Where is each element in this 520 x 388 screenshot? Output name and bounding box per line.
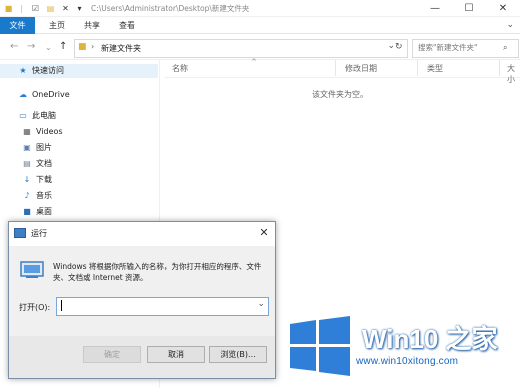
sidebar-item-label: 快速访问 <box>32 66 64 75</box>
sidebar-item-label: OneDrive <box>32 90 70 99</box>
video-icon: ▦ <box>23 127 31 136</box>
sidebar-item-onedrive[interactable]: ☁ OneDrive <box>18 88 70 102</box>
folder-icon: ■ <box>4 4 13 13</box>
sidebar-item-music[interactable]: ♪ 音乐 <box>22 189 52 203</box>
sidebar-item-desktop[interactable]: ■ 桌面 <box>22 205 52 219</box>
title-bar: ■ | ☑ ▤ ✕ ▾ C:\Users\Administrator\Deskt… <box>0 0 520 17</box>
column-name[interactable]: 名称 <box>172 63 188 74</box>
text-cursor <box>61 300 62 311</box>
sidebar-item-label: 图片 <box>36 143 52 152</box>
pictures-icon: ▣ <box>23 143 31 152</box>
address-bar[interactable]: ■ › 新建文件夹 ⌄ <box>74 39 408 58</box>
cloud-icon: ☁ <box>19 90 27 99</box>
column-modified[interactable]: 修改日期 <box>345 63 377 74</box>
sidebar-item-documents[interactable]: ▤ 文档 <box>22 157 52 171</box>
folder-icon: ■ <box>78 42 87 52</box>
cancel-button[interactable]: 取消 <box>147 346 205 363</box>
computer-icon: ▭ <box>19 111 27 120</box>
run-dialog-title: 运行 <box>31 229 47 238</box>
address-folder-name: 新建文件夹 <box>101 44 141 53</box>
run-app-icon <box>14 228 26 238</box>
sidebar-item-label: 音乐 <box>36 191 52 200</box>
tab-view[interactable]: 查看 <box>112 17 142 34</box>
windows-logo-icon <box>290 316 350 376</box>
ok-button[interactable]: 确定 <box>83 346 141 363</box>
separator: | <box>20 4 23 13</box>
watermark-url: www.win10xitong.com <box>356 356 459 367</box>
chevron-down-icon[interactable]: ⌄ <box>257 299 265 309</box>
sidebar-item-label: 文档 <box>36 159 52 168</box>
sort-up-icon: ^ <box>251 58 257 66</box>
expand-ribbon-icon[interactable]: ⌄ <box>506 20 514 30</box>
browse-button[interactable]: 浏览(B)... <box>209 346 267 363</box>
address-row: ← → ⌄ ↑ ■ › 新建文件夹 ⌄ ↻ 搜索"新建文件夹" ⌕ <box>0 35 520 60</box>
sidebar-item-downloads[interactable]: ↓ 下载 <box>22 173 52 187</box>
run-description: Windows 将根据你所输入的名称，为你打开相应的程序、文件夹、文档或 Int… <box>53 262 262 282</box>
music-icon: ♪ <box>24 191 30 200</box>
maximize-icon[interactable]: ☐ <box>452 0 486 17</box>
run-command-input[interactable]: ⌄ <box>56 297 269 316</box>
back-icon[interactable]: ← <box>10 41 18 52</box>
run-dialog: 运行 ✕ Windows 将根据你所输入的名称，为你打开相应的程序、文件夹、文档… <box>8 221 276 379</box>
tab-share[interactable]: 共享 <box>77 17 107 34</box>
documents-icon: ▤ <box>23 159 31 168</box>
run-dialog-footer: 确定 取消 浏览(B)... <box>9 336 275 378</box>
column-divider <box>417 60 418 76</box>
refresh-icon[interactable]: ↻ <box>395 42 403 52</box>
tab-home[interactable]: 主页 <box>42 17 72 34</box>
star-icon: ★ <box>19 66 27 75</box>
new-folder-icon[interactable]: ▤ <box>45 3 56 14</box>
sidebar-item-label: 下载 <box>36 175 52 184</box>
chevron-right-icon: › <box>91 42 95 51</box>
tab-file[interactable]: 文件 <box>0 17 35 34</box>
minimize-icon[interactable]: — <box>418 0 452 17</box>
empty-folder-message: 该文件夹为空。 <box>312 90 368 99</box>
chevron-down-icon[interactable]: ⌄ <box>387 41 395 51</box>
column-divider <box>499 60 500 76</box>
sidebar-item-videos[interactable]: ▦ Videos <box>22 125 63 139</box>
column-size[interactable]: 大小 <box>507 63 520 85</box>
run-dialog-title-bar: 运行 ✕ <box>9 222 275 246</box>
ribbon-tabs: 文件 主页 共享 查看 ⌄ <box>0 17 520 34</box>
sidebar-item-label: 桌面 <box>36 207 52 216</box>
column-divider <box>335 60 336 76</box>
run-program-icon <box>20 261 44 278</box>
search-icon: ⌕ <box>503 43 508 52</box>
forward-icon[interactable]: → <box>27 41 35 52</box>
up-icon[interactable]: ↑ <box>59 41 67 52</box>
sidebar-item-pictures[interactable]: ▣ 图片 <box>22 141 52 155</box>
sidebar-item-label: 此电脑 <box>32 111 56 120</box>
delete-icon[interactable]: ✕ <box>60 3 71 14</box>
recent-locations-icon[interactable]: ⌄ <box>45 43 52 52</box>
sidebar-item-this-pc[interactable]: ▭ 此电脑 <box>18 109 56 123</box>
customize-quick-access-icon[interactable]: ▾ <box>74 3 85 14</box>
sidebar-item-label: Videos <box>36 127 63 136</box>
window-title: C:\Users\Administrator\Desktop\新建文件夹 <box>91 4 250 13</box>
sidebar-item-quick-access[interactable]: ★ 快速访问 <box>18 64 64 78</box>
watermark-title: Win10 之家 <box>362 324 498 354</box>
column-type[interactable]: 类型 <box>427 63 443 74</box>
close-icon[interactable]: ✕ <box>257 226 271 240</box>
download-icon: ↓ <box>23 175 31 184</box>
desktop-icon: ■ <box>23 207 31 216</box>
open-label: 打开(O): <box>19 303 51 312</box>
properties-icon[interactable]: ☑ <box>30 3 41 14</box>
column-headers: 名称 ^ 修改日期 类型 大小 <box>165 58 520 84</box>
close-icon[interactable]: ✕ <box>486 0 520 17</box>
